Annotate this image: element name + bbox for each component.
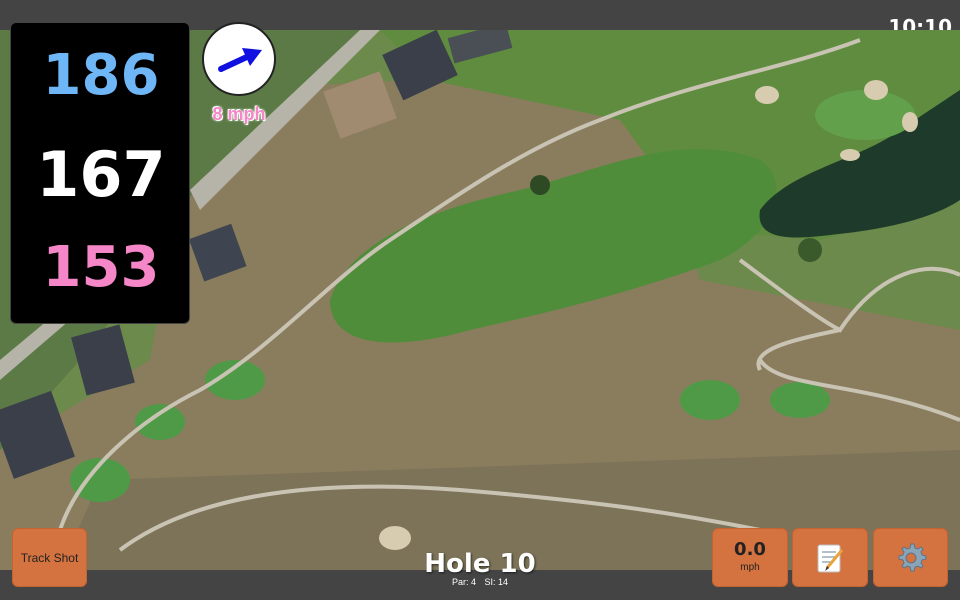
settings-button[interactable] (873, 528, 948, 587)
notepad-icon (817, 544, 844, 572)
wind-arrow-icon (218, 48, 262, 72)
notes-button[interactable] (792, 528, 868, 587)
gear-icon (898, 543, 926, 571)
hole-info: Hole 10 Par: 4 SI: 14 (410, 549, 550, 587)
wind-speed-label: 8 mph (212, 104, 266, 124)
speed-unit: mph (740, 562, 760, 573)
speed-button[interactable]: 0.0 mph (712, 528, 788, 587)
stroke-index-label: SI: 14 (484, 577, 509, 587)
distance-panel: 186 167 153 (10, 22, 190, 324)
front-distance: 153 (42, 235, 160, 300)
hole-title: Hole 10 (424, 549, 536, 579)
wind-indicator[interactable] (202, 22, 276, 96)
middle-distance: 167 (36, 138, 166, 211)
speed-value: 0.0 (734, 539, 766, 560)
back-distance: 186 (42, 43, 160, 108)
par-label: Par: 4 (451, 577, 476, 587)
track-shot-button[interactable]: Track Shot (12, 528, 87, 587)
